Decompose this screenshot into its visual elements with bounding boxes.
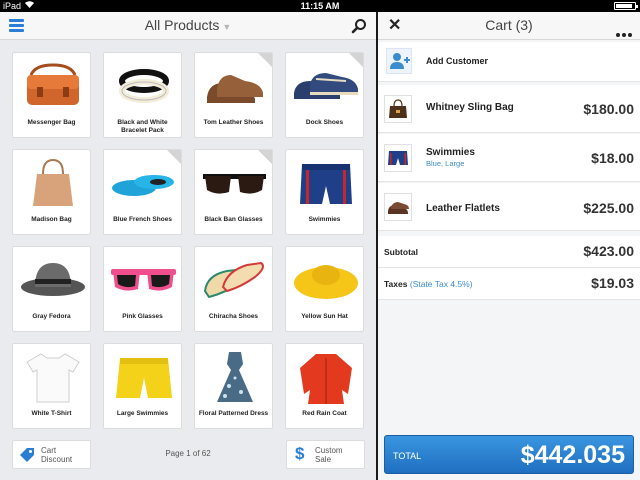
t-shirt-image [26, 353, 80, 403]
item-thumbnail [384, 144, 412, 172]
product-tile[interactable]: Black and White Bracelet Pack [103, 52, 182, 138]
product-name: Chiracha Shoes [208, 313, 259, 320]
battery-icon [614, 2, 638, 10]
product-name: White T-Shirt [31, 410, 72, 417]
product-name: Black Ban Glasses [204, 216, 263, 223]
swim-trunks-image [300, 164, 352, 204]
product-tile[interactable]: Gray Fedora [12, 246, 91, 332]
product-tile[interactable]: Blue French Shoes [103, 149, 182, 235]
variant-badge-icon [258, 150, 272, 164]
sunglasses-image [203, 174, 266, 194]
charge-total-button[interactable]: TOTAL $442.035 [384, 435, 634, 474]
products-pane: All Products ▼ Messenger Bag Black and Wh… [0, 12, 376, 480]
custom-sale-label-line2: Sale [315, 455, 332, 464]
cart-item[interactable]: Whitney Sling Bag $180.00 [378, 85, 640, 133]
product-name: Blue French Shoes [113, 216, 172, 223]
item-price: $18.00 [591, 150, 634, 166]
product-tile[interactable]: Black Ban Glasses [194, 149, 273, 235]
cart-item[interactable]: Swimmies Blue, Large $18.00 [378, 134, 640, 182]
cart-pane: ✕ Cart (3) Add Customer Whitney Sling Ba… [378, 12, 640, 480]
product-name: Madison Bag [31, 216, 72, 223]
blue-shoes-image [112, 175, 174, 196]
leather-shoes-image [207, 75, 263, 103]
messenger-bag-image [27, 63, 79, 105]
fedora-image [21, 263, 85, 296]
item-name: Swimmies [426, 147, 475, 158]
products-footer: Cart Discount Page 1 of 62 $ Custom Sale [0, 440, 376, 480]
product-name: Pink Glasses [122, 313, 163, 320]
dock-shoes-image [294, 73, 358, 99]
product-name: Black and White Bracelet Pack [117, 119, 168, 134]
products-title-label: All Products [144, 17, 220, 33]
total-label: TOTAL [393, 451, 422, 461]
custom-sale-button[interactable]: $ Custom Sale [286, 440, 365, 469]
taxes-label-group: Taxes (State Tax 4.5%) [384, 279, 473, 289]
subtotal-row: Subtotal $423.00 [378, 236, 640, 268]
product-name: Gray Fedora [32, 313, 71, 320]
product-tile[interactable]: Red Rain Coat [285, 343, 364, 429]
product-name: Yellow Sun Hat [301, 313, 348, 320]
more-icon[interactable] [614, 24, 632, 42]
product-name: Red Rain Coat [302, 410, 347, 417]
madison-bag-image [33, 158, 73, 206]
subtotal-value: $423.00 [583, 243, 634, 259]
dollar-icon: $ [295, 444, 305, 463]
item-name: Leather Flatlets [426, 203, 500, 214]
variant-badge-icon [258, 53, 272, 67]
yellow-swim-shorts-image [116, 358, 172, 398]
chiracha-shoes-image [203, 261, 264, 299]
product-tile[interactable]: Chiracha Shoes [194, 246, 273, 332]
product-tile[interactable]: White T-Shirt [12, 343, 91, 429]
add-customer-label: Add Customer [426, 56, 489, 66]
products-header: All Products ▼ [0, 12, 376, 40]
bracelet-image [119, 69, 169, 103]
search-icon[interactable] [351, 18, 367, 34]
product-tile[interactable]: Swimmies [285, 149, 364, 235]
clock: 11:15 AM [300, 1, 340, 11]
taxes-label: Taxes [384, 279, 408, 289]
variant-badge-icon [167, 150, 181, 164]
item-price: $180.00 [583, 101, 634, 117]
taxes-value: $19.03 [591, 275, 634, 291]
taxes-row[interactable]: Taxes (State Tax 4.5%) $19.03 [378, 268, 640, 300]
subtotal-label: Subtotal [384, 247, 418, 257]
total-value: $442.035 [520, 441, 625, 469]
cart-title: Cart (3) [485, 17, 533, 33]
item-thumbnail [384, 95, 412, 123]
rain-coat-image [300, 354, 352, 404]
product-name: Floral Patterned Dress [198, 410, 269, 417]
taxes-note: (State Tax 4.5%) [409, 279, 473, 289]
item-name: Whitney Sling Bag [426, 102, 514, 113]
products-title[interactable]: All Products ▼ [0, 12, 376, 41]
add-person-icon [386, 48, 412, 74]
product-tile[interactable]: Tom Leather Shoes [194, 52, 273, 138]
product-tile[interactable]: Dock Shoes [285, 52, 364, 138]
status-bar: iPad 11:15 AM [0, 0, 640, 12]
floral-dress-image [217, 352, 253, 402]
product-name: Large Swimmies [116, 410, 169, 417]
item-variant: Blue, Large [426, 159, 465, 168]
product-tile[interactable]: Yellow Sun Hat [285, 246, 364, 332]
variant-badge-icon [349, 53, 363, 67]
item-price: $225.00 [583, 200, 634, 216]
product-name: Messenger Bag [27, 119, 76, 126]
custom-sale-label-line1: Custom [315, 446, 343, 455]
product-tile[interactable]: Messenger Bag [12, 52, 91, 138]
add-customer-row[interactable]: Add Customer [378, 42, 640, 82]
product-name: Dock Shoes [305, 119, 344, 126]
item-thumbnail [384, 193, 412, 221]
product-tile[interactable]: Large Swimmies [103, 343, 182, 429]
product-tile[interactable]: Madison Bag [12, 149, 91, 235]
dropdown-caret-icon: ▼ [222, 22, 232, 32]
sun-hat-image [294, 265, 358, 299]
cart-header: ✕ Cart (3) [378, 12, 640, 40]
product-name: Tom Leather Shoes [203, 119, 264, 126]
product-name: Swimmies [308, 216, 341, 223]
cart-item[interactable]: Leather Flatlets $225.00 [378, 183, 640, 231]
product-tile[interactable]: Pink Glasses [103, 246, 182, 332]
pink-glasses-image [111, 269, 176, 291]
product-tile[interactable]: Floral Patterned Dress [194, 343, 273, 429]
